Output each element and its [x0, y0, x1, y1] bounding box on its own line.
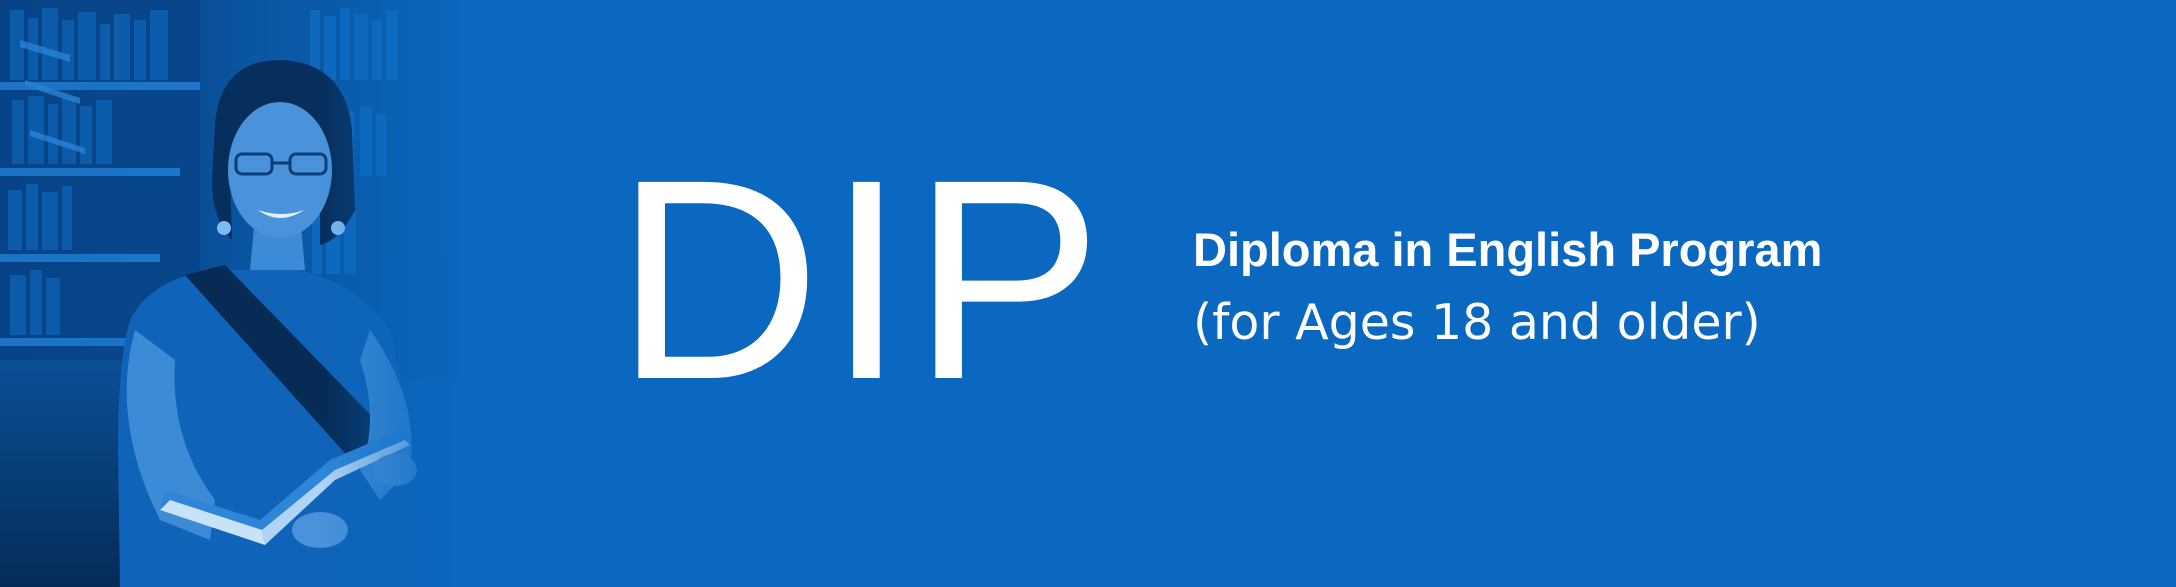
student-photo	[0, 0, 520, 587]
program-title: Diploma in English Program	[1193, 223, 1823, 276]
program-subtitle: (for Ages 18 and older)	[1193, 294, 1761, 351]
student-with-book-photo	[0, 0, 520, 587]
program-banner: DIP Diploma in English Program (for Ages…	[0, 0, 2176, 587]
program-acronym: DIP	[615, 121, 1109, 439]
